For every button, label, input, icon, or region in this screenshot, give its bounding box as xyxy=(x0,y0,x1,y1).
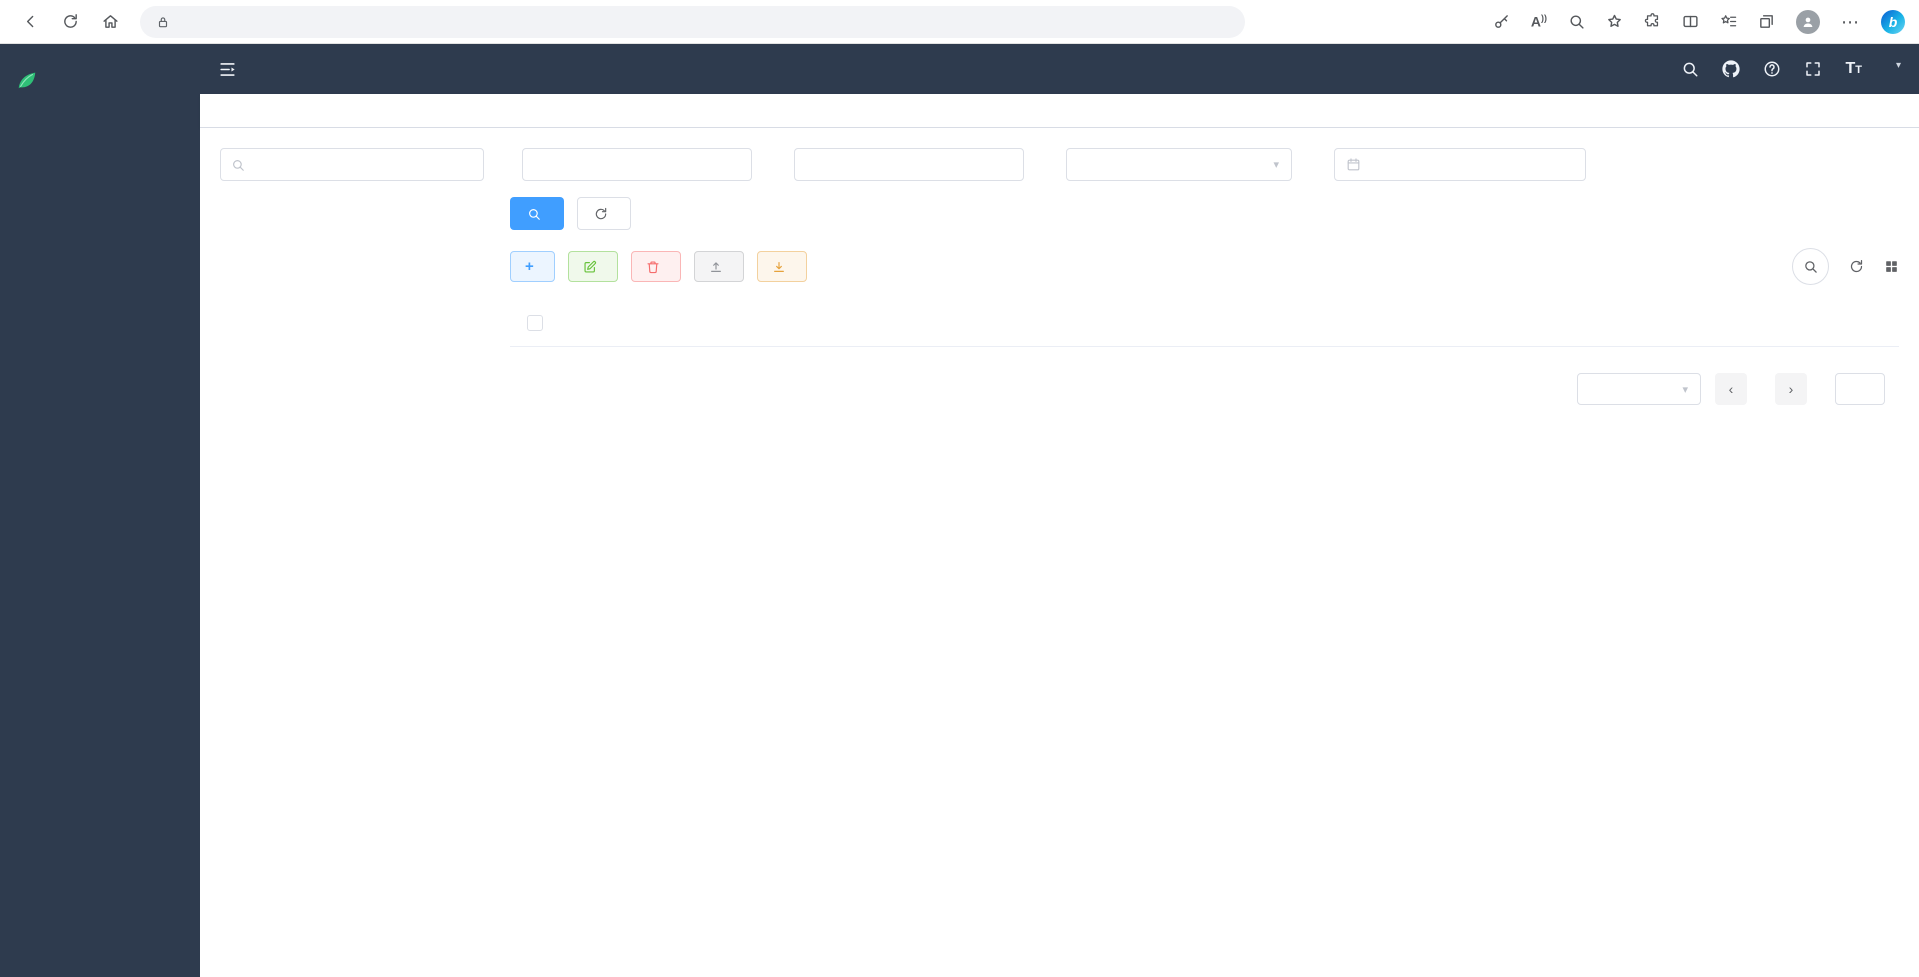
refresh-icon xyxy=(594,207,608,221)
app-logo xyxy=(0,44,200,116)
pagination: ▾ ‹ › xyxy=(510,373,1899,405)
favorites-icon[interactable] xyxy=(1720,13,1737,30)
chevron-down-icon: ▾ xyxy=(1273,158,1279,171)
user-panel: ▾ xyxy=(510,148,1899,957)
dept-panel xyxy=(220,148,484,957)
download-icon xyxy=(772,260,786,274)
add-button[interactable]: + xyxy=(510,251,555,282)
lock-icon xyxy=(156,15,170,29)
collections-icon[interactable] xyxy=(1758,13,1775,30)
help-icon[interactable] xyxy=(1763,60,1781,78)
delete-button[interactable] xyxy=(631,251,681,282)
topbar-actions: TT ▾ xyxy=(1681,60,1901,79)
page-content: ▾ xyxy=(200,128,1919,977)
trash-icon xyxy=(646,260,660,274)
column-header xyxy=(771,299,936,347)
import-button[interactable] xyxy=(694,251,744,282)
column-header xyxy=(1102,299,1262,347)
refresh-table-button[interactable] xyxy=(1849,259,1864,274)
sidebar xyxy=(0,44,200,977)
back-icon[interactable] xyxy=(14,6,46,38)
column-header xyxy=(1759,299,1899,347)
table-header-row xyxy=(510,299,1899,347)
edit-icon xyxy=(583,260,597,274)
password-key-icon[interactable] xyxy=(1493,13,1510,30)
read-aloud-icon[interactable]: A)) xyxy=(1531,13,1547,30)
date-range-picker[interactable] xyxy=(1334,148,1586,181)
user-table xyxy=(510,299,1899,347)
status-select[interactable]: ▾ xyxy=(1066,148,1292,181)
column-header xyxy=(1523,299,1759,347)
logo-leaf-icon xyxy=(16,69,38,91)
zoom-icon[interactable] xyxy=(1568,13,1585,30)
prev-page-button[interactable]: ‹ xyxy=(1715,373,1747,405)
filter-form: ▾ xyxy=(510,148,1899,181)
github-icon[interactable] xyxy=(1722,60,1740,78)
search-icon xyxy=(231,158,245,172)
username-input[interactable] xyxy=(522,148,752,181)
extensions-icon[interactable] xyxy=(1644,13,1661,30)
refresh-page-icon[interactable] xyxy=(54,6,86,38)
phone-input[interactable] xyxy=(794,148,1024,181)
calendar-icon xyxy=(1346,157,1361,172)
reset-button[interactable] xyxy=(577,197,631,230)
add-favorite-icon[interactable] xyxy=(1606,13,1623,30)
goto-page-input[interactable] xyxy=(1835,373,1885,405)
fullscreen-icon[interactable] xyxy=(1804,60,1822,78)
sidebar-menu xyxy=(0,116,200,130)
search-icon[interactable] xyxy=(1681,60,1699,78)
table-toolbar: + xyxy=(510,248,1899,285)
browser-profile-avatar[interactable] xyxy=(1796,10,1820,34)
copilot-icon[interactable]: b xyxy=(1881,10,1905,34)
edit-button[interactable] xyxy=(568,251,618,282)
plus-icon: + xyxy=(525,259,534,274)
tab-bar xyxy=(200,94,1919,128)
browser-actions: A)) ⋯ b xyxy=(1493,10,1905,34)
column-header xyxy=(1433,299,1523,347)
upload-icon xyxy=(709,260,723,274)
browser-toolbar: A)) ⋯ b xyxy=(0,0,1919,44)
next-page-button[interactable]: › xyxy=(1775,373,1807,405)
column-header xyxy=(936,299,1101,347)
browser-menu-icon[interactable]: ⋯ xyxy=(1841,17,1860,27)
column-settings-button[interactable] xyxy=(1884,259,1899,274)
column-header xyxy=(1262,299,1432,347)
search-button[interactable] xyxy=(510,197,564,230)
split-screen-icon[interactable] xyxy=(1682,13,1699,30)
page-size-select[interactable]: ▾ xyxy=(1577,373,1701,405)
table-settings xyxy=(1792,248,1899,285)
address-bar[interactable] xyxy=(140,6,1245,38)
toggle-search-button[interactable] xyxy=(1792,248,1829,285)
topbar: TT ▾ xyxy=(200,44,1919,94)
chevron-down-icon: ▾ xyxy=(1682,383,1688,396)
dept-search-input[interactable] xyxy=(220,148,484,181)
chevron-down-icon: ▾ xyxy=(1896,60,1901,79)
select-all-checkbox[interactable] xyxy=(527,315,543,331)
search-actions xyxy=(510,197,1899,230)
search-icon xyxy=(1803,259,1818,274)
export-button[interactable] xyxy=(757,251,807,282)
font-size-icon[interactable]: TT xyxy=(1845,60,1862,78)
home-icon[interactable] xyxy=(94,6,126,38)
column-header xyxy=(560,299,771,347)
collapse-sidebar-icon[interactable] xyxy=(218,60,237,79)
search-icon xyxy=(527,207,541,221)
